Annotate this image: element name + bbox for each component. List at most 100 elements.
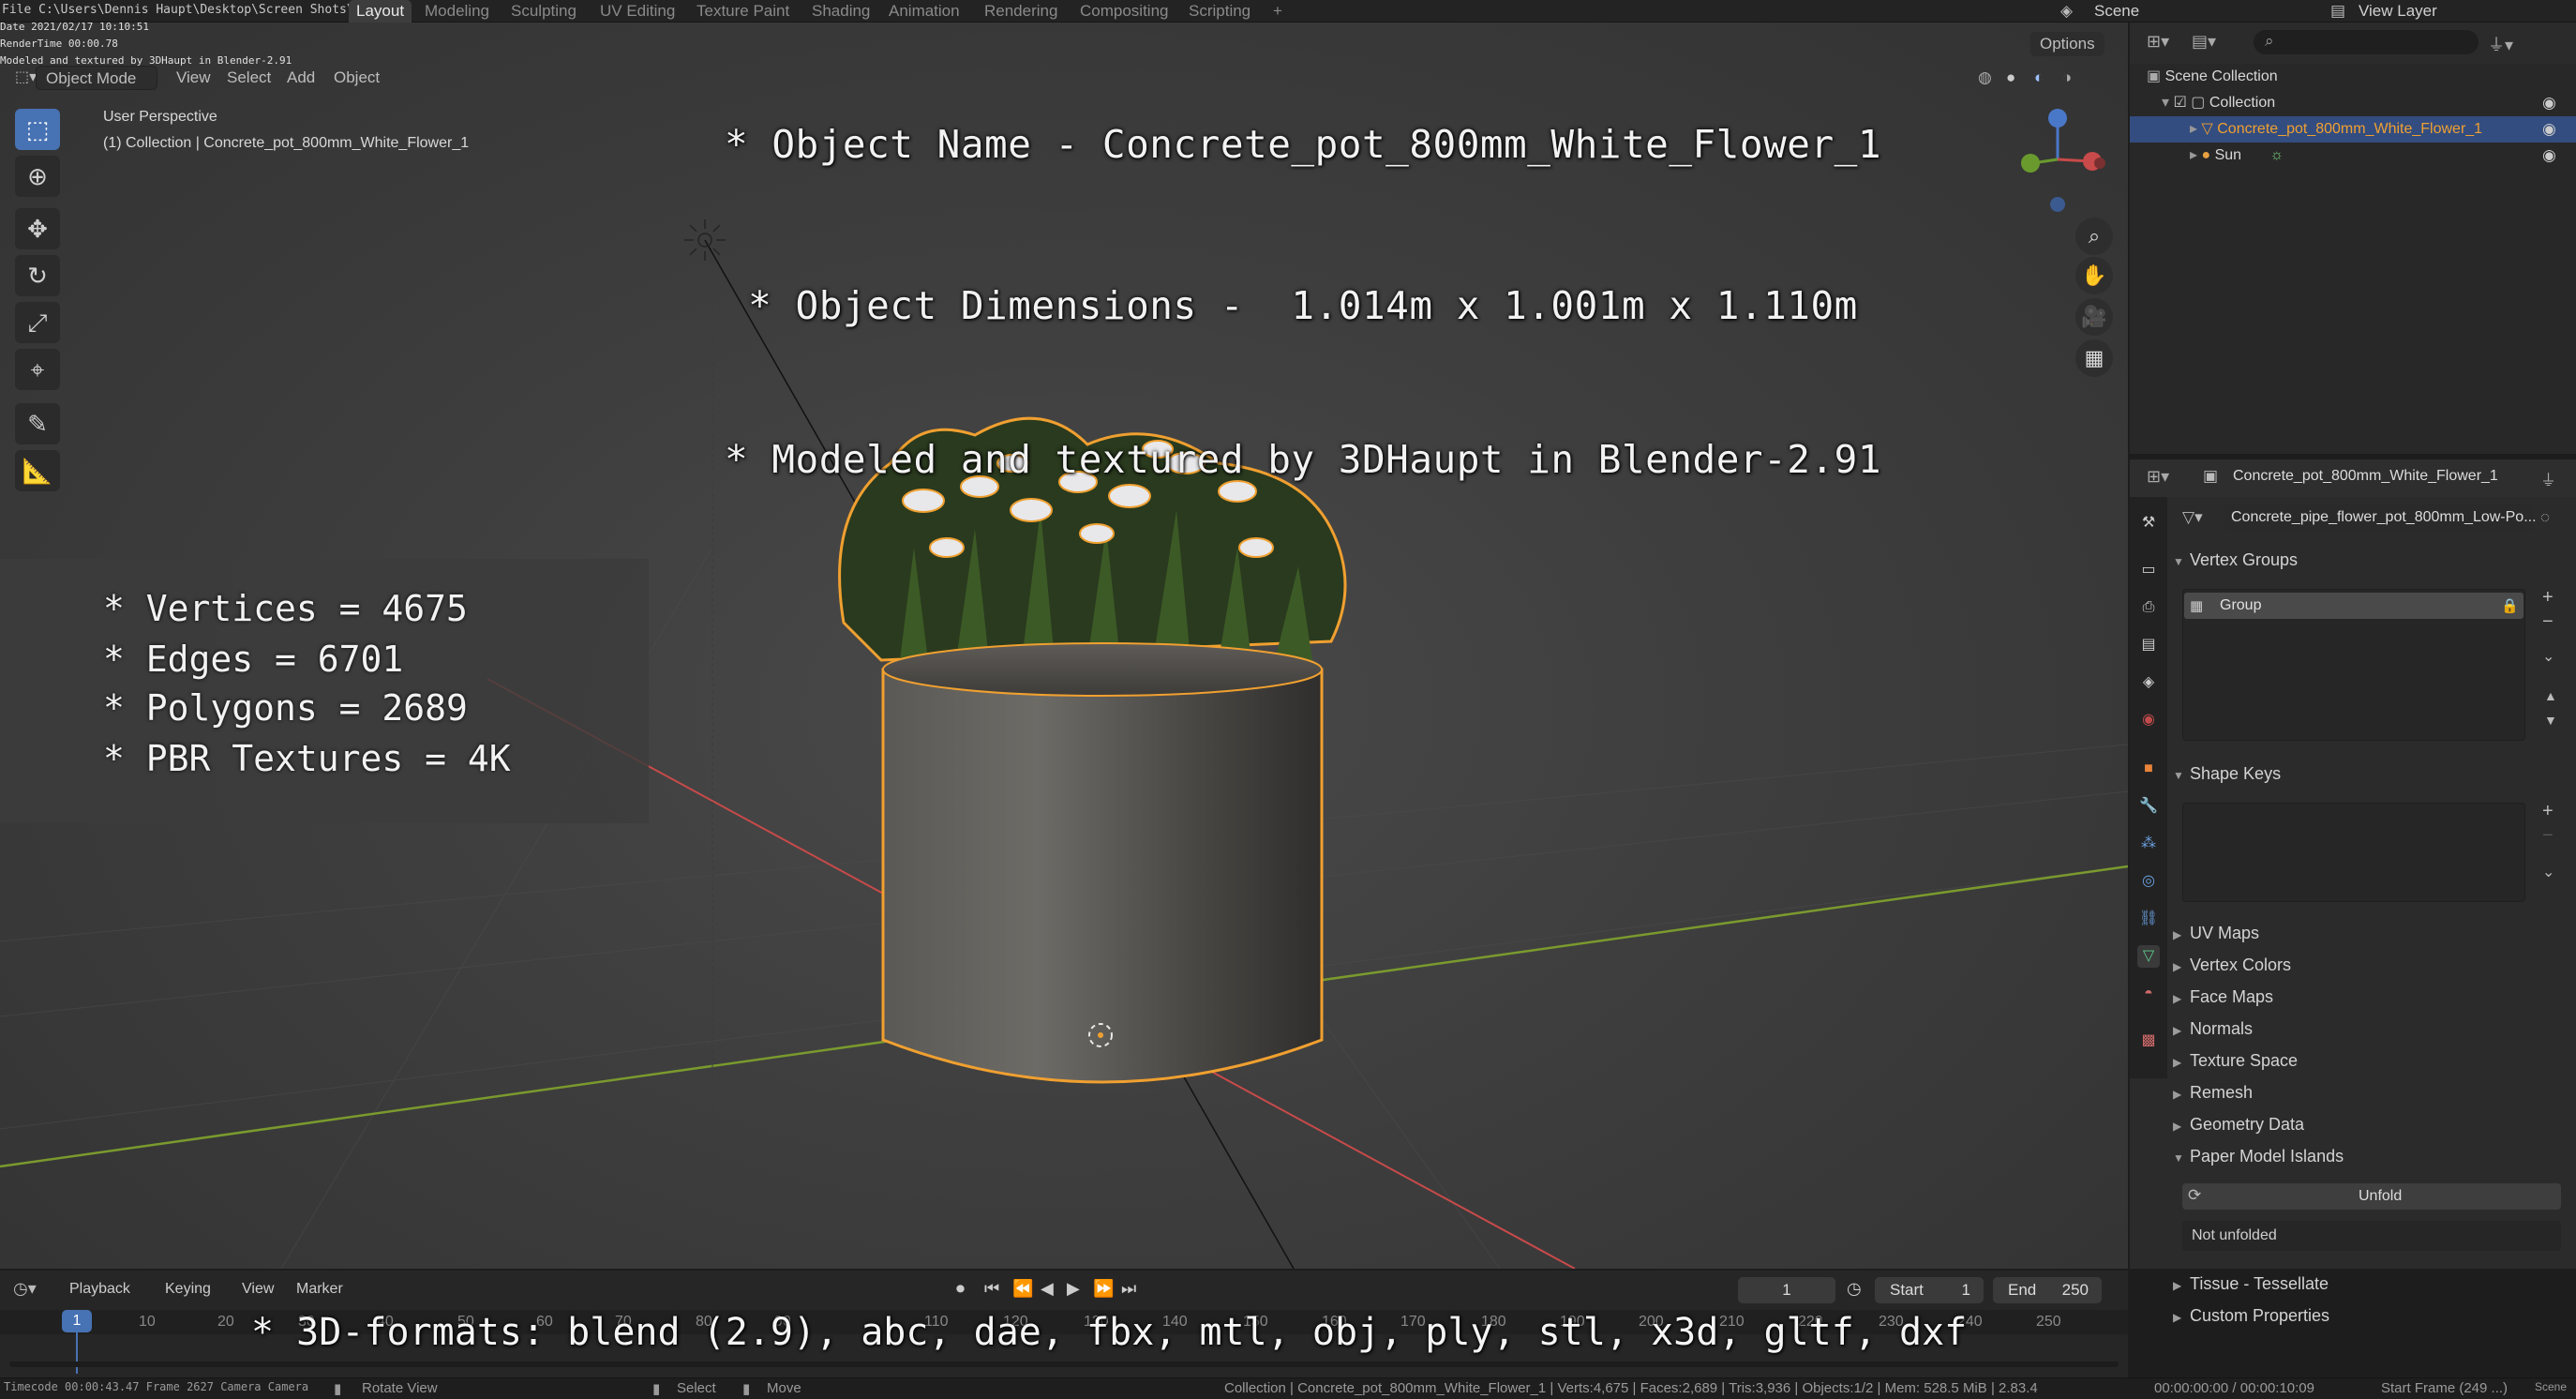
- normals-header[interactable]: ▶ Normals: [2173, 1015, 2253, 1043]
- outliner-row-object[interactable]: ▸ ▽ Concrete_pot_800mm_White_Flower_1: [2130, 116, 2576, 143]
- material-tab-icon[interactable]: ◓: [2137, 983, 2160, 1005]
- move-up-icon[interactable]: ▲: [2544, 688, 2557, 703]
- shape-keys-header[interactable]: ▼ Shape Keys: [2173, 760, 2281, 788]
- expand-chevron-icon[interactable]: ▾: [2162, 95, 2169, 111]
- tick-label: 10: [139, 1314, 156, 1330]
- panel-expanded-icon: ▼: [2173, 769, 2184, 782]
- tool-tab-icon[interactable]: ⚒: [2137, 512, 2160, 534]
- face-maps-header[interactable]: ▶ Face Maps: [2173, 983, 2273, 1011]
- mesh-data-icon[interactable]: ▽▾: [2182, 508, 2203, 527]
- world-tab-icon[interactable]: ◉: [2137, 709, 2160, 731]
- expand-chevron-icon[interactable]: ▸: [2190, 147, 2197, 163]
- concrete-pot[interactable]: [881, 642, 1324, 1084]
- preview-range-icon[interactable]: ◷: [1847, 1279, 1862, 1299]
- add-shape-key-button[interactable]: +: [2542, 801, 2554, 822]
- uv-maps-header[interactable]: ▶ UV Maps: [2173, 919, 2259, 947]
- outliner-row-collection[interactable]: ▾ ☑ ▢ Collection: [2162, 90, 2569, 116]
- playhead[interactable]: 1: [62, 1310, 92, 1332]
- panel-collapsed-icon: ▶: [2173, 1311, 2182, 1324]
- menu-playback[interactable]: Playback: [69, 1281, 130, 1298]
- tissue-tessellate-header[interactable]: ▶ Tissue - Tessellate: [2173, 1270, 2329, 1298]
- texture-tab-icon[interactable]: ▩: [2137, 1030, 2160, 1052]
- panel-expanded-icon: ▼: [2173, 555, 2184, 568]
- section-label: Texture Space: [2190, 1051, 2299, 1070]
- mouse-middle-icon: ▮: [334, 1381, 342, 1397]
- particles-tab-icon[interactable]: ⁂: [2137, 833, 2160, 855]
- search-icon: ⌕: [2265, 32, 2274, 50]
- mesh-name-label: Concrete_pipe_flower_pot_800mm_Low-Po...: [2231, 509, 2537, 525]
- start-frame-field[interactable]: Start 1: [1875, 1277, 1984, 1303]
- play-reverse-icon[interactable]: ◀: [1041, 1279, 1054, 1299]
- vertex-groups-header[interactable]: ▼ Vertex Groups: [2173, 546, 2298, 574]
- menu-marker[interactable]: Marker: [296, 1281, 343, 1298]
- custom-properties-header[interactable]: ▶ Custom Properties: [2173, 1301, 2329, 1330]
- view-layer-tab-icon[interactable]: ▤: [2137, 634, 2160, 656]
- menu-timeline-view[interactable]: View: [242, 1281, 274, 1298]
- record-icon[interactable]: ⏺: [956, 1279, 965, 1299]
- scene-collection-label: Scene Collection: [2164, 68, 2278, 84]
- outliner-row-sun[interactable]: ▸ ● Sun ☼: [2190, 143, 2565, 169]
- pin-icon[interactable]: ⏚: [2540, 467, 2556, 490]
- jump-start-icon[interactable]: ⏮: [984, 1279, 999, 1299]
- outliner-row-scene-collection[interactable]: ▣ Scene Collection: [2147, 64, 2569, 90]
- visibility-eye-icon[interactable]: ◉: [2542, 120, 2556, 139]
- visibility-eye-icon[interactable]: ◉: [2542, 146, 2556, 165]
- add-vertex-group-button[interactable]: +: [2542, 587, 2554, 609]
- start-value: 1: [1961, 1281, 1970, 1299]
- scene-tab-icon[interactable]: ◈: [2137, 671, 2160, 694]
- panel-collapsed-icon: ▶: [2173, 1088, 2182, 1101]
- render-tab-icon[interactable]: ▭: [2137, 559, 2160, 581]
- refresh-icon[interactable]: ⟳: [2188, 1186, 2201, 1205]
- jump-end-icon[interactable]: ⏭: [1121, 1279, 1136, 1299]
- move-down-icon[interactable]: ▼: [2544, 713, 2557, 728]
- constraints-tab-icon[interactable]: ⛓: [2137, 908, 2160, 930]
- shape-key-menu-icon[interactable]: ⌄: [2542, 863, 2554, 881]
- output-tab-icon[interactable]: ⎙: [2137, 596, 2160, 619]
- remove-vertex-group-button[interactable]: −: [2542, 611, 2554, 633]
- modifier-tab-icon[interactable]: 🔧: [2137, 795, 2160, 818]
- outliner-search-input[interactable]: [2254, 30, 2479, 54]
- physics-tab-icon[interactable]: ◎: [2137, 870, 2160, 893]
- paper-model-islands-header[interactable]: ▼ Paper Model Islands: [2173, 1142, 2344, 1170]
- vertex-colors-header[interactable]: ▶ Vertex Colors: [2173, 951, 2291, 979]
- vertex-group-menu-icon[interactable]: ⌄: [2542, 647, 2554, 666]
- remove-shape-key-button[interactable]: −: [2542, 825, 2554, 847]
- status-timecode: Timecode 00:00:43.47 Frame 2627 Camera C…: [4, 1380, 309, 1393]
- section-label: UV Maps: [2190, 924, 2260, 942]
- properties-editor-icon[interactable]: ⊞▾: [2147, 467, 2169, 487]
- light-data-icon: ☼: [2269, 147, 2284, 163]
- timeline-scrollbar[interactable]: [9, 1361, 2119, 1367]
- object-tab-icon[interactable]: ■: [2137, 758, 2160, 780]
- play-icon[interactable]: ▶: [1067, 1279, 1080, 1299]
- expand-chevron-icon[interactable]: ▸: [2190, 121, 2197, 137]
- data-tab-icon[interactable]: ▽: [2137, 945, 2160, 968]
- tick-label: 250: [2036, 1314, 2061, 1330]
- section-label: Remesh: [2190, 1083, 2254, 1102]
- vertex-group-name: Group: [2220, 597, 2262, 613]
- menu-keying[interactable]: Keying: [165, 1281, 211, 1298]
- object-label: Concrete_pot_800mm_White_Flower_1: [2217, 121, 2483, 137]
- visibility-eye-icon[interactable]: ◉: [2542, 94, 2556, 113]
- shape-keys-list[interactable]: [2182, 803, 2525, 902]
- mouse-left-icon: ▮: [652, 1381, 661, 1397]
- checkbox-icon[interactable]: ☑: [2173, 95, 2186, 111]
- unfold-status: Not unfolded: [2192, 1227, 2277, 1243]
- properties-object-name: Concrete_pot_800mm_White_Flower_1: [2233, 468, 2498, 484]
- prev-keyframe-icon[interactable]: ⏪: [1012, 1279, 1033, 1299]
- next-keyframe-icon[interactable]: ⏩: [1093, 1279, 1114, 1299]
- remesh-header[interactable]: ▶ Remesh: [2173, 1078, 2253, 1106]
- panel-collapsed-icon: ▶: [2173, 928, 2182, 941]
- display-mode-icon[interactable]: ▤▾: [2192, 32, 2216, 52]
- texture-space-header[interactable]: ▶ Texture Space: [2173, 1046, 2298, 1075]
- end-frame-field[interactable]: End 250: [1993, 1277, 2102, 1303]
- filter-icon[interactable]: ⏚▾: [2488, 32, 2513, 56]
- geometry-data-header[interactable]: ▶ Geometry Data: [2173, 1110, 2304, 1138]
- outliner-editor-icon[interactable]: ⊞▾: [2147, 32, 2169, 52]
- fake-user-icon[interactable]: ◌: [2540, 508, 2550, 527]
- section-label: Tissue - Tessellate: [2190, 1274, 2329, 1293]
- section-label: Paper Model Islands: [2190, 1147, 2344, 1166]
- lock-icon[interactable]: 🔒: [2501, 597, 2519, 614]
- current-frame-field[interactable]: 1: [1738, 1277, 1835, 1303]
- timeline-editor-icon[interactable]: ◷▾: [13, 1279, 37, 1299]
- status-start-frame: Start Frame (249 ...): [2381, 1380, 2509, 1396]
